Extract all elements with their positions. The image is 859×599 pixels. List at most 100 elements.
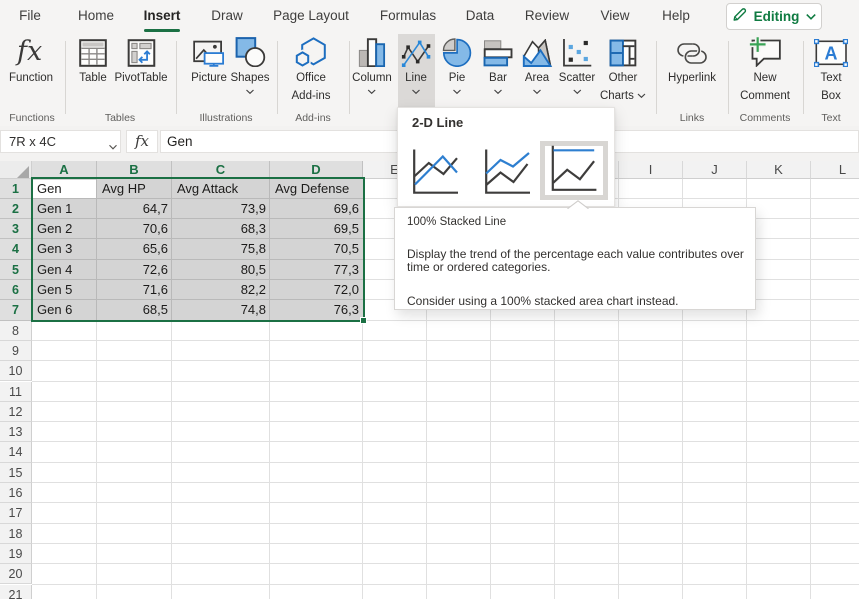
active-tab-underline — [144, 29, 180, 32]
group-label-text: Text — [821, 112, 840, 124]
row-header-3[interactable]: 3 — [0, 219, 32, 239]
column-header-D[interactable]: D — [270, 161, 363, 179]
formula-value: Gen — [167, 131, 193, 152]
row-header-13[interactable]: 13 — [0, 422, 32, 442]
text-box-icon: A — [814, 36, 848, 67]
group-label-functions: Functions — [9, 112, 55, 124]
column-button[interactable]: Column — [352, 36, 392, 95]
new-comment-icon — [748, 36, 782, 67]
row-header-8[interactable]: 8 — [0, 321, 32, 341]
new-comment-label: New — [753, 71, 776, 85]
column-chart-icon — [358, 36, 385, 67]
table-button[interactable]: Table — [79, 36, 107, 85]
other-charts-icon — [609, 36, 637, 67]
editing-mode-button[interactable]: Editing — [726, 3, 822, 30]
row-header-2[interactable]: 2 — [0, 199, 32, 219]
tab-draw[interactable]: Draw — [211, 0, 243, 33]
insert-function-button[interactable]: fx — [126, 130, 158, 153]
row-header-7[interactable]: 7 — [0, 300, 32, 320]
function-button[interactable]: fxFunction — [9, 36, 53, 85]
pie-button[interactable]: Pie — [443, 36, 472, 95]
fx-icon: fx — [135, 132, 149, 150]
tab-file[interactable]: File — [19, 0, 41, 33]
picture-button[interactable]: Picture — [191, 36, 227, 85]
pivottable-icon — [127, 36, 155, 67]
tab-page-layout[interactable]: Page Layout — [273, 0, 349, 33]
other-charts-label: Other — [609, 71, 638, 85]
tab-review[interactable]: Review — [525, 0, 569, 33]
dropdown-section-title: 2-D Line — [412, 115, 463, 130]
chart-type-line-2d[interactable] — [412, 148, 459, 200]
group-label-comments: Comments — [740, 112, 791, 124]
row-header-19[interactable]: 19 — [0, 544, 32, 564]
group-label-links: Links — [680, 112, 705, 124]
select-all-triangle-icon — [17, 166, 29, 178]
text-box-button[interactable]: A TextBox — [814, 36, 848, 103]
row-header-1[interactable]: 1 — [0, 179, 32, 199]
bar-label: Bar — [489, 71, 507, 85]
tab-view[interactable]: View — [600, 0, 629, 33]
gridline-h — [32, 543, 859, 544]
row-header-14[interactable]: 14 — [0, 442, 32, 462]
shapes-icon — [235, 36, 265, 67]
row-header-11[interactable]: 11 — [0, 382, 32, 402]
tooltip-title: 100% Stacked Line — [407, 216, 506, 228]
line-chart-dropdown-panel: 2-D Line — [397, 107, 615, 207]
row-header-18[interactable]: 18 — [0, 524, 32, 544]
bar-button[interactable]: Bar — [484, 36, 513, 95]
picture-label: Picture — [191, 71, 227, 85]
tab-help[interactable]: Help — [662, 0, 690, 33]
column-header-J[interactable]: J — [683, 161, 747, 179]
row-header-17[interactable]: 17 — [0, 503, 32, 523]
column-header-A[interactable]: A — [32, 161, 97, 179]
row-header-12[interactable]: 12 — [0, 402, 32, 422]
shapes-button[interactable]: Shapes — [230, 36, 269, 95]
chevron-down-icon[interactable] — [108, 138, 118, 156]
office-addins-button[interactable]: Office Add-ins — [292, 36, 331, 103]
new-comment-label: Comment — [740, 89, 790, 103]
tab-formulas[interactable]: Formulas — [380, 0, 436, 33]
hyperlink-button[interactable]: Hyperlink — [668, 36, 716, 85]
other-charts-button[interactable]: OtherCharts — [600, 36, 646, 103]
name-box[interactable]: 7R x 4C — [0, 130, 121, 153]
office-addins-label: Add-ins — [292, 89, 331, 103]
line-button[interactable]: Line — [402, 36, 431, 95]
row-header-15[interactable]: 15 — [0, 463, 32, 483]
row-header-4[interactable]: 4 — [0, 239, 32, 259]
column-header-L[interactable]: L — [811, 161, 859, 179]
pivottable-button[interactable]: PivotTable — [114, 36, 167, 85]
row-header-9[interactable]: 9 — [0, 341, 32, 361]
new-comment-button[interactable]: New Comment — [740, 36, 790, 103]
gridline-h — [32, 360, 859, 361]
tab-home[interactable]: Home — [78, 0, 114, 33]
row-header-21[interactable]: 21 — [0, 585, 32, 599]
chevron-down-icon — [573, 89, 582, 95]
chevron-down-icon — [494, 89, 503, 95]
line-label: Line — [405, 71, 427, 85]
row-header-6[interactable]: 6 — [0, 280, 32, 300]
column-label: Column — [352, 71, 392, 85]
gridline-h — [32, 441, 859, 442]
tooltip-description: Display the trend of the percentage each… — [407, 248, 744, 275]
area-button[interactable]: Area — [522, 36, 553, 95]
chevron-down-icon — [367, 89, 376, 95]
chart-type-stacked-line-100-selected[interactable] — [540, 141, 608, 200]
svg-text:A: A — [825, 44, 838, 64]
gridline-h — [32, 340, 859, 341]
group-label-illustrations: Illustrations — [199, 112, 252, 124]
row-header-16[interactable]: 16 — [0, 483, 32, 503]
column-header-K[interactable]: K — [747, 161, 811, 179]
selection-fill-handle[interactable] — [360, 317, 367, 324]
group-separator — [176, 41, 177, 114]
office-addins-label: Office — [296, 71, 326, 85]
chevron-down-icon — [637, 90, 646, 102]
column-header-C[interactable]: C — [172, 161, 270, 179]
scatter-button[interactable]: Scatter — [559, 36, 595, 95]
column-header-B[interactable]: B — [97, 161, 172, 179]
row-header-20[interactable]: 20 — [0, 564, 32, 584]
tab-data[interactable]: Data — [466, 0, 495, 33]
column-header-I[interactable]: I — [619, 161, 683, 179]
row-header-5[interactable]: 5 — [0, 260, 32, 280]
chart-type-stacked-line[interactable] — [484, 148, 531, 200]
row-header-10[interactable]: 10 — [0, 361, 32, 381]
